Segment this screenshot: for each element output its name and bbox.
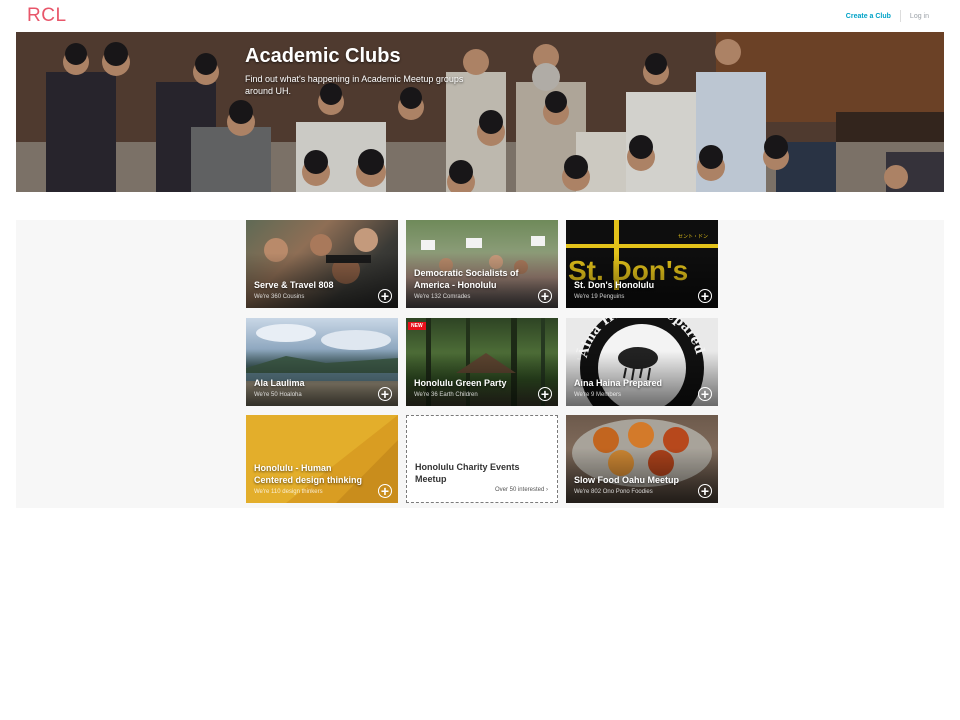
club-name: St. Don's Honolulu	[574, 280, 655, 290]
join-plus-icon[interactable]: +	[378, 387, 392, 401]
join-plus-icon[interactable]: +	[538, 289, 552, 303]
club-members: We're 360 Cousins	[254, 294, 305, 300]
club-name: Honolulu - Human Centered design thinkin…	[254, 463, 363, 485]
club-card-charity-events[interactable]: Honolulu Charity Events Meetup Over 50 i…	[406, 415, 558, 503]
st-dons-small-text: セント・ドン	[678, 234, 708, 240]
club-name: Ala Laulima	[254, 378, 305, 388]
page-subtitle: Find out what's happening in Academic Me…	[245, 74, 464, 96]
club-members: We're 36 Earth Children	[414, 392, 478, 398]
login-link[interactable]: Log in	[910, 13, 929, 20]
club-name: Serve & Travel 808	[254, 280, 334, 290]
club-name: Slow Food Oahu Meetup	[574, 475, 679, 485]
club-card-slow-food[interactable]: Slow Food Oahu Meetup We're 802 Ono Pono…	[566, 415, 718, 503]
club-card-ala-laulima[interactable]: Ala Laulima We're 50 Hoaloha +	[246, 318, 398, 406]
club-name: Honolulu Green Party	[414, 378, 507, 388]
join-plus-icon[interactable]: +	[378, 484, 392, 498]
top-bar: RCL Create a Club Log in	[0, 0, 960, 31]
club-card-design-thinking[interactable]: Honolulu - Human Centered design thinkin…	[246, 415, 398, 503]
nav-divider	[899, 10, 901, 22]
page-title: Academic Clubs	[245, 45, 401, 67]
club-name: Honolulu Charity Events Meetup	[415, 462, 520, 484]
join-plus-icon[interactable]: +	[698, 289, 712, 303]
join-plus-icon[interactable]: +	[378, 289, 392, 303]
hero-crowd-photo	[16, 32, 944, 192]
join-plus-icon[interactable]: +	[538, 387, 552, 401]
new-badge: NEW	[408, 322, 426, 330]
hero-banner: Academic Clubs Find out what's happening…	[16, 32, 944, 192]
logo[interactable]: RCL	[27, 5, 67, 27]
club-name: Democratic Socialists of America - Honol…	[414, 268, 519, 290]
club-members: We're 50 Hoaloha	[254, 392, 302, 398]
top-nav: Create a Club Log in	[846, 10, 929, 22]
club-name: Aina Haina Prepared	[574, 378, 663, 388]
club-members: We're 9 Members	[574, 392, 622, 398]
join-plus-icon[interactable]: +	[698, 387, 712, 401]
club-card-dsa[interactable]: Democratic Socialists of America - Honol…	[406, 220, 558, 308]
join-plus-icon[interactable]: +	[698, 484, 712, 498]
club-members: We're 19 Penguins	[574, 294, 625, 300]
create-club-link[interactable]: Create a Club	[846, 13, 891, 20]
club-interest-count[interactable]: Over 50 interested ›	[495, 487, 548, 493]
club-members: We're 110 design thinkers	[254, 489, 323, 495]
club-card-green-party[interactable]: NEW Honolulu Green Party We're 36 Earth …	[406, 318, 558, 406]
club-card-st-dons[interactable]: St. Don's セント・ドン St. Don's Honolulu We'r…	[566, 220, 718, 308]
club-card-serve-travel[interactable]: Serve & Travel 808 We're 360 Cousins +	[246, 220, 398, 308]
club-card-aina-haina[interactable]: 'Āina Haina Prepared Aina Haina Prepared…	[566, 318, 718, 406]
club-members: We're 802 Ono Pono Foodies	[574, 489, 653, 495]
club-members: We're 132 Comrades	[414, 294, 471, 300]
